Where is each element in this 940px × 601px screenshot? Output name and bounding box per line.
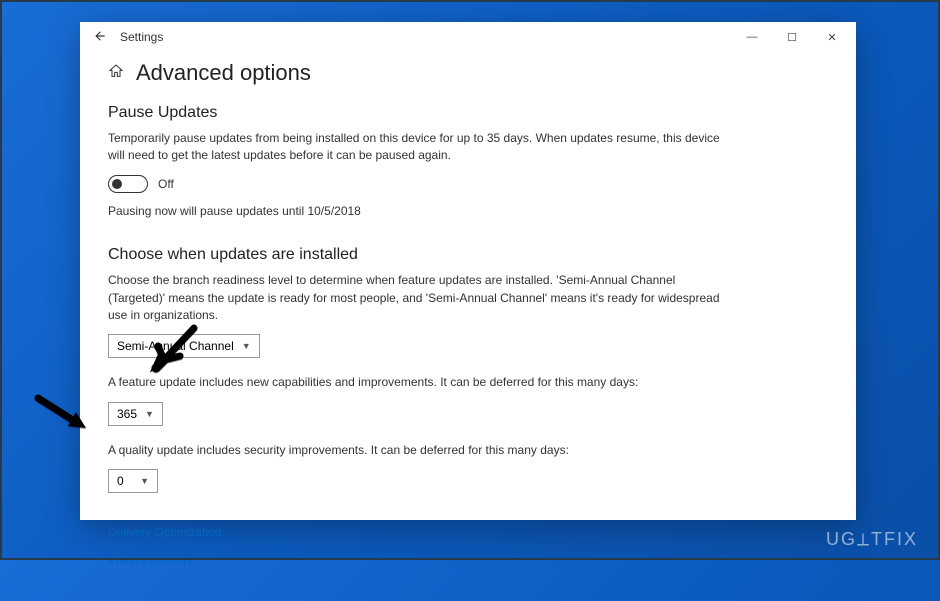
quality-defer-dropdown[interactable]: 0 ▼: [108, 469, 158, 493]
quality-defer-value: 0: [117, 474, 124, 488]
content-area: Advanced options Pause Updates Temporari…: [80, 52, 856, 601]
close-button[interactable]: ✕: [812, 31, 852, 44]
chevron-down-icon: ▼: [140, 476, 149, 486]
page-title: Advanced options: [136, 60, 311, 86]
minimize-button[interactable]: —: [732, 31, 772, 44]
watermark: UG⟂TFIX: [826, 529, 918, 550]
branch-value: Semi-Annual Channel: [117, 339, 234, 353]
pause-toggle[interactable]: [108, 175, 148, 193]
feature-defer-description: A feature update includes new capabiliti…: [108, 374, 728, 391]
chevron-down-icon: ▼: [242, 341, 251, 351]
back-button[interactable]: [84, 29, 116, 46]
back-arrow-icon: [93, 29, 107, 43]
pause-toggle-label: Off: [158, 177, 174, 191]
titlebar: Settings — ☐ ✕: [80, 22, 856, 52]
pause-status: Pausing now will pause updates until 10/…: [108, 203, 728, 220]
pause-heading: Pause Updates: [108, 104, 828, 122]
feature-defer-value: 365: [117, 407, 137, 421]
quality-defer-description: A quality update includes security impro…: [108, 442, 728, 459]
delivery-optimization-link[interactable]: Delivery Optimization: [108, 525, 828, 539]
settings-window: Settings — ☐ ✕ Advanced options Pause Up…: [80, 22, 856, 520]
app-title: Settings: [116, 30, 732, 44]
chevron-down-icon: ▼: [145, 409, 154, 419]
home-icon[interactable]: [108, 63, 124, 84]
privacy-settings-link[interactable]: Privacy settings: [108, 553, 828, 567]
maximize-button[interactable]: ☐: [772, 31, 812, 44]
choose-heading: Choose when updates are installed: [108, 246, 828, 264]
feature-defer-dropdown[interactable]: 365 ▼: [108, 402, 163, 426]
branch-dropdown[interactable]: Semi-Annual Channel ▼: [108, 334, 260, 358]
pause-description: Temporarily pause updates from being ins…: [108, 130, 728, 165]
choose-description: Choose the branch readiness level to det…: [108, 272, 728, 324]
